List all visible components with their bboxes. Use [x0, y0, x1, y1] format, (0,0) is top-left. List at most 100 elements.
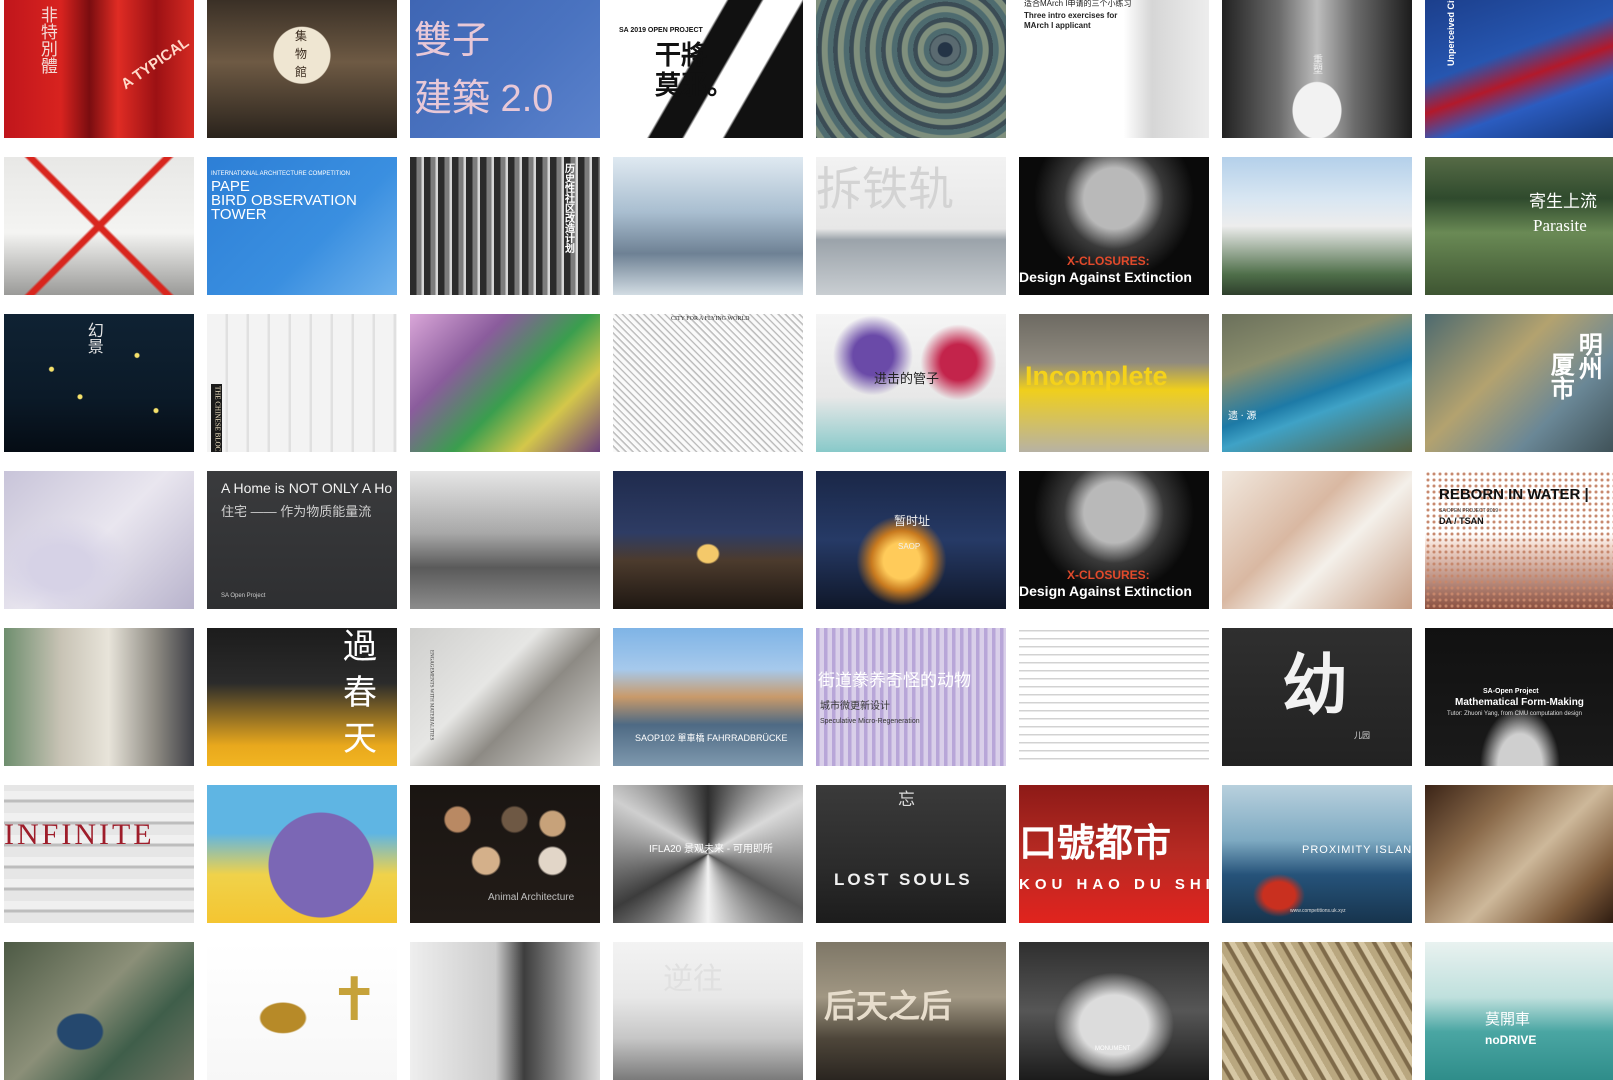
project-thumbnail[interactable]: 集物館 — [207, 0, 397, 138]
thumbnail-title-text: 館 — [295, 65, 308, 79]
project-thumbnail[interactable] — [613, 471, 803, 609]
project-thumbnail[interactable]: INTERNATIONAL ARCHITECTURE COMPETITION PA… — [207, 157, 397, 295]
thumbnail-title-text: DA / TSAN — [1439, 516, 1484, 526]
thumbnail-title-text: SAOP — [898, 542, 921, 551]
project-thumbnail[interactable] — [1222, 471, 1412, 609]
project-thumbnail[interactable]: 雙子 建築 2.0 — [410, 0, 600, 138]
thumbnail-title-text: 遗 · 源 — [1228, 411, 1257, 422]
project-thumbnail[interactable] — [1222, 157, 1412, 295]
project-thumbnail[interactable] — [410, 471, 600, 609]
thumbnail-title-text: 過 — [343, 629, 377, 666]
thumbnail-title-text: INFINITE — [4, 818, 155, 851]
thumbnail-title-text: REBORN IN WATER | — [1439, 486, 1589, 503]
project-thumbnail[interactable]: CITY FOR A FLYING WORLD — [613, 314, 803, 452]
thumbnail-title-text: 寄生上流 — [1529, 192, 1597, 211]
project-thumbnail[interactable]: X-CLOSURES: Design Against Extinction — [1019, 471, 1209, 609]
project-thumbnail[interactable]: 遗 · 源 — [1222, 314, 1412, 452]
project-thumbnail[interactable]: 過春天 — [207, 628, 397, 766]
project-thumbnail[interactable]: 口號都市 KOU HAO DU SHI — [1019, 785, 1209, 923]
thumbnail-title-text: 天 — [343, 721, 377, 758]
project-thumbnail[interactable]: PROXIMITY ISLAND www.competitions.uk.xyz — [1222, 785, 1412, 923]
project-thumbnail[interactable]: Animal Architecture — [410, 785, 600, 923]
project-thumbnail[interactable]: 幻景 — [4, 314, 194, 452]
thumbnail-title-text: SAOP102 單車橋 FAHRRADBRÜCKE — [635, 733, 788, 743]
thumbnail-title-text: INTERNATIONAL ARCHITECTURE COMPETITION — [211, 171, 351, 177]
thumbnail-title-text: A TYPICAL — [118, 34, 193, 94]
project-thumbnail[interactable]: 莫開車 noDRIVE — [1425, 942, 1613, 1080]
project-thumbnail[interactable] — [4, 157, 194, 295]
thumbnail-title-text: 物 — [295, 47, 308, 61]
thumbnail-title-text: 干將 — [655, 40, 708, 70]
project-thumbnail[interactable]: THE CHINESE BLOCK — [207, 314, 397, 452]
project-thumbnail[interactable]: IFLA20 景观未来 - 可用即所 — [613, 785, 803, 923]
project-thumbnail[interactable]: Incomplete — [1019, 314, 1209, 452]
project-thumbnail[interactable]: 暂时址 SAOP — [816, 471, 1006, 609]
thumbnail-title-text: Parasite — [1533, 216, 1587, 235]
project-thumbnail[interactable]: 进击的管子 — [816, 314, 1006, 452]
thumbnail-title-text: MONUMENT — [1095, 1046, 1131, 1052]
project-thumbnail[interactable]: ENGAGEMENTS WITH MATERIALITIES — [410, 628, 600, 766]
project-thumbnail[interactable]: MONUMENT — [1019, 942, 1209, 1080]
project-thumbnail[interactable]: X-CLOSURES: Design Against Extinction — [1019, 157, 1209, 295]
project-thumbnail[interactable] — [1019, 628, 1209, 766]
thumbnail-title-text: 春 — [343, 675, 377, 712]
project-thumbnail[interactable] — [410, 942, 600, 1080]
thumbnail-title-text: SA-Open Project — [1483, 688, 1539, 695]
project-thumbnail[interactable]: SA 2019 OPEN PROJECT 干將 莫邪。 — [613, 0, 803, 138]
project-thumbnail[interactable] — [1222, 942, 1412, 1080]
thumbnail-title-text: 明州 — [1574, 332, 1602, 380]
thumbnail-title-text: Mathematical Form-Making — [1455, 697, 1584, 708]
project-thumbnail[interactable]: 幼儿园 — [1222, 628, 1412, 766]
thumbnail-title-text: 莫開車 — [1485, 1011, 1531, 1028]
project-thumbnail[interactable]: 非特別體 A TYPICAL — [4, 0, 194, 138]
thumbnail-title-text: 口號都市 — [1019, 823, 1172, 865]
thumbnail-title-text: LOST SOULS — [834, 870, 973, 889]
thumbnail-title-text: 拆铁轨 — [816, 163, 954, 215]
project-thumbnail[interactable]: INFINITE — [4, 785, 194, 923]
project-thumbnail[interactable]: SA-Open Project Mathematical Form-Making T… — [1425, 628, 1613, 766]
thumbnail-title-text: TOWER — [211, 206, 267, 223]
project-thumbnail[interactable] — [410, 314, 600, 452]
thumbnail-title-text: 街道豢养奇怪的动物 — [818, 671, 971, 690]
project-thumbnail[interactable]: 后天之后 — [816, 942, 1006, 1080]
project-thumbnail[interactable]: SAOP102 單車橋 FAHRRADBRÜCKE — [613, 628, 803, 766]
project-thumbnail[interactable]: A Home is NOT ONLY A Ho 住宅 —— 作为物质能量流 SA O… — [207, 471, 397, 609]
thumbnail-title-text: www.competitions.uk.xyz — [1290, 908, 1346, 914]
thumbnail-title-text: 重塑 — [1310, 54, 1322, 74]
thumbnail-title-text: 幼 — [1282, 650, 1348, 723]
project-thumbnail[interactable]: ✝ — [207, 942, 397, 1080]
thumbnail-title-text: Design Against Extinction — [1019, 583, 1192, 599]
thumbnail-title-text: SA Open Project — [221, 593, 266, 599]
thumbnail-title-text: 建築 2.0 — [414, 78, 554, 120]
thumbnail-title-text: 儿园 — [1354, 731, 1370, 740]
project-thumbnail[interactable] — [4, 942, 194, 1080]
project-thumbnail[interactable]: REBORN IN WATER | SA OPEN PROJECT 2019 DA … — [1425, 471, 1613, 609]
thumbnail-title-text: Speculative Micro-Regeneration — [820, 718, 920, 725]
project-thumbnail[interactable]: 街道豢养奇怪的动物 城市微更新设计 Speculative Micro-Regene… — [816, 628, 1006, 766]
project-thumbnail[interactable] — [207, 785, 397, 923]
thumbnail-title-text: IFLA20 景观未来 - 可用即所 — [649, 844, 773, 855]
project-thumbnail[interactable]: 重塑 — [1222, 0, 1412, 138]
thumbnail-title-text: 暂时址 — [894, 514, 931, 528]
project-thumbnail[interactable]: 逆往 — [613, 942, 803, 1080]
thumbnail-title-text: SA OPEN PROJECT 2019 — [1439, 508, 1499, 514]
thumbnail-title-text: noDRIVE — [1485, 1033, 1537, 1047]
project-thumbnail[interactable] — [4, 471, 194, 609]
project-thumbnail[interactable] — [4, 628, 194, 766]
project-thumbnail[interactable]: 寄生上流 Parasite — [1425, 157, 1613, 295]
project-thumbnail[interactable]: 拆铁轨 — [816, 157, 1006, 295]
project-thumbnail[interactable] — [1425, 785, 1613, 923]
project-thumbnail[interactable] — [816, 0, 1006, 138]
project-thumbnail[interactable]: 明州 厦市 — [1425, 314, 1613, 452]
thumbnail-title-text: KOU HAO DU SHI — [1019, 876, 1209, 893]
project-thumbnail[interactable]: 适合MArch I申请的三个小练习 Three intro exercises f… — [1019, 0, 1209, 138]
thumbnail-title-text: 后天之后 — [824, 988, 953, 1024]
thumbnail-title-text: ENGAGEMENTS WITH MATERIALITIES — [428, 650, 434, 741]
project-thumbnail[interactable]: Unperceived City — [1425, 0, 1613, 138]
project-thumbnail[interactable]: 忘 LOST SOULS — [816, 785, 1006, 923]
thumbnail-title-text: SA 2019 OPEN PROJECT — [619, 27, 703, 34]
thumbnail-title-text: A Home is NOT ONLY A Ho — [221, 480, 393, 496]
thumbnail-title-text: 厦市 — [1546, 352, 1574, 400]
project-thumbnail[interactable]: 历史性社区改造计划 — [410, 157, 600, 295]
project-thumbnail[interactable] — [613, 157, 803, 295]
